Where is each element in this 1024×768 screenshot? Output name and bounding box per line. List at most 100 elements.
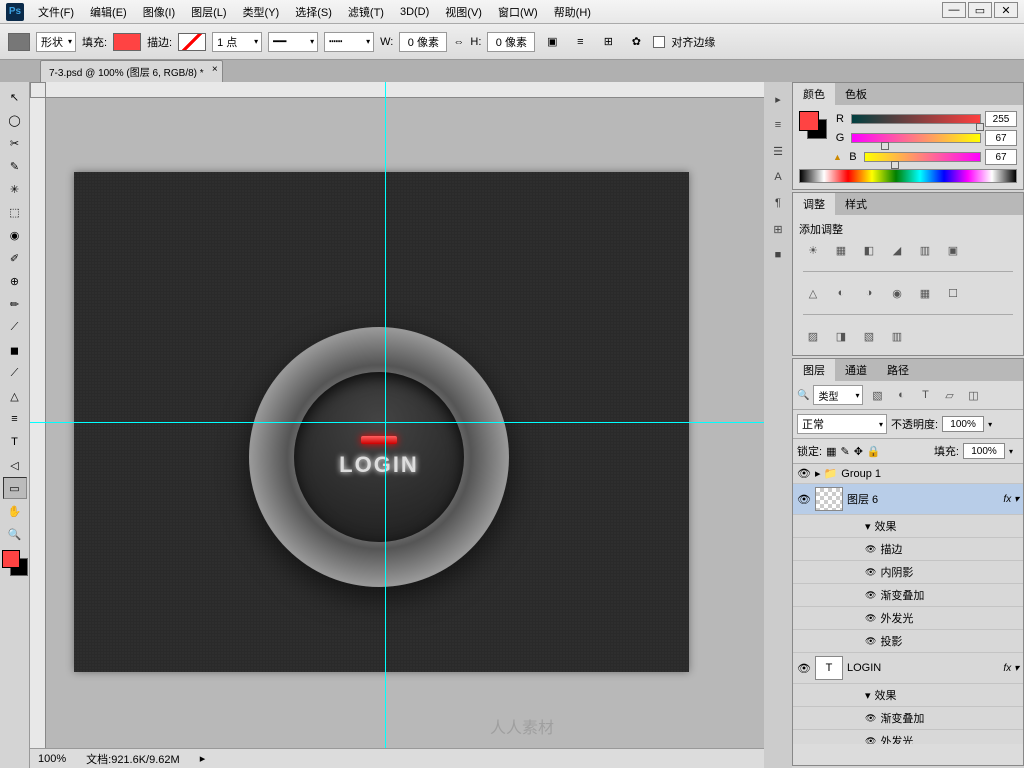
layer-row[interactable]: 👁 内阴影	[793, 561, 1023, 584]
menu-select[interactable]: 选择(S)	[287, 4, 340, 20]
color-picker[interactable]	[2, 550, 28, 576]
fill-swatch[interactable]	[113, 33, 141, 51]
dodge-tool[interactable]: △	[3, 385, 27, 407]
fill-arrow-icon[interactable]: ▾	[1009, 447, 1019, 456]
fx-badge[interactable]: fx ▾	[1003, 494, 1019, 505]
fx-visibility-icon[interactable]: 👁	[865, 613, 876, 624]
hand-tool[interactable]: ✋	[3, 500, 27, 522]
crop-tool[interactable]: ✳	[3, 178, 27, 200]
tab-adjustments[interactable]: 调整	[793, 193, 835, 215]
tool-preset[interactable]	[8, 33, 30, 51]
tab-channels[interactable]: 通道	[835, 359, 877, 381]
b-slider[interactable]	[864, 152, 981, 162]
adjust-icon[interactable]: ▥	[887, 327, 907, 345]
link-icon[interactable]: ⇔	[453, 36, 464, 48]
minimize-button[interactable]: —	[942, 2, 966, 18]
layer-name[interactable]: 效果	[875, 518, 897, 534]
layer-row[interactable]: 👁描边	[793, 538, 1023, 561]
fx-badge[interactable]: fx ▾	[1003, 663, 1019, 674]
dock-navigator-icon[interactable]: ■	[769, 246, 787, 264]
adjust-icon[interactable]: ◢	[887, 241, 907, 259]
dock-paragraph-icon[interactable]: ¶	[769, 194, 787, 212]
dock-play-icon[interactable]: ▸	[769, 90, 787, 108]
heal-tool[interactable]: ◉	[3, 224, 27, 246]
r-slider[interactable]	[851, 114, 981, 124]
layer-name[interactable]: 内阴影	[880, 564, 913, 580]
adjust-icon[interactable]: ▦	[915, 284, 935, 302]
shape-mode-dropdown[interactable]: 形状	[36, 32, 76, 52]
layer-name[interactable]: 外发光	[880, 733, 913, 744]
layer-list[interactable]: 👁▸ 📁Group 1👁图层 6fx ▾▾效果👁描边👁内阴影👁渐变叠加👁外发光👁…	[793, 464, 1023, 744]
path-ops-icon[interactable]: ▣	[541, 31, 563, 53]
menu-file[interactable]: 文件(F)	[30, 4, 82, 20]
stroke-width[interactable]: 1 点	[212, 32, 262, 52]
filter-kind-dropdown[interactable]: 类型	[813, 385, 863, 405]
fx-visibility-icon[interactable]: 👁	[865, 567, 876, 578]
marquee-tool[interactable]: ◯	[3, 109, 27, 131]
menu-edit[interactable]: 编辑(E)	[82, 4, 135, 20]
color-ramp[interactable]	[799, 169, 1017, 183]
menu-type[interactable]: 类型(Y)	[235, 4, 288, 20]
fx-toggle-icon[interactable]: ▾	[865, 520, 871, 533]
layer-row[interactable]: 👁TLOGINfx ▾	[793, 653, 1023, 684]
dock-character-icon[interactable]: A	[769, 168, 787, 186]
layer-row[interactable]: 👁外发光	[793, 730, 1023, 744]
filter-shape-icon[interactable]: ▱	[939, 386, 959, 404]
close-button[interactable]: ✕	[994, 2, 1018, 18]
adjust-icon[interactable]: ◑	[859, 284, 879, 302]
layer-row[interactable]: 👁 图层 6 fx ▾	[793, 484, 1023, 515]
blend-mode-dropdown[interactable]: 正常	[797, 414, 887, 434]
filter-smart-icon[interactable]: ◫	[963, 386, 983, 404]
menu-view[interactable]: 视图(V)	[437, 4, 490, 20]
zoom-level[interactable]: 100%	[38, 753, 66, 765]
ruler-vertical[interactable]	[30, 98, 46, 768]
ruler-origin[interactable]	[30, 82, 46, 98]
tab-styles[interactable]: 样式	[835, 193, 877, 215]
stroke-swatch[interactable]	[178, 33, 206, 51]
adjust-icon[interactable]: ◧	[859, 241, 879, 259]
adjust-icon[interactable]: ▦	[831, 241, 851, 259]
rectangle-tool[interactable]: ▭	[3, 477, 27, 499]
menu-3d[interactable]: 3D(D)	[392, 6, 437, 18]
layer-row[interactable]: 👁渐变叠加	[793, 707, 1023, 730]
adjust-icon[interactable]: ◐	[831, 284, 851, 302]
lasso-tool[interactable]: ✂	[3, 132, 27, 154]
menu-image[interactable]: 图像(I)	[135, 4, 183, 20]
menu-help[interactable]: 帮助(H)	[546, 4, 599, 20]
lock-all-icon[interactable]: 🔒	[867, 445, 881, 458]
menu-layer[interactable]: 图层(L)	[183, 4, 234, 20]
document-tab[interactable]: 7-3.psd @ 100% (图层 6, RGB/8) *	[40, 60, 223, 82]
layer-row[interactable]: 👁▸ 📁Group 1	[793, 464, 1023, 484]
adjust-icon[interactable]: ☀	[803, 241, 823, 259]
stroke-style-dash[interactable]: ┅┅	[324, 32, 374, 52]
layer-name[interactable]: Group 1	[841, 468, 881, 480]
gear-icon[interactable]: ✿	[625, 31, 647, 53]
gradient-tool[interactable]: ◼	[3, 339, 27, 361]
tab-paths[interactable]: 路径	[877, 359, 919, 381]
lock-pos-icon[interactable]: ✥	[854, 445, 863, 458]
arrange-icon[interactable]: ⊞	[597, 31, 619, 53]
fill-input[interactable]	[963, 443, 1005, 459]
opacity-input[interactable]	[942, 416, 984, 432]
tab-layers[interactable]: 图层	[793, 359, 835, 381]
filter-pixel-icon[interactable]: ▧	[867, 386, 887, 404]
layer-name[interactable]: 效果	[875, 687, 897, 703]
align-icon[interactable]: ≡	[569, 31, 591, 53]
dock-history-icon[interactable]: ≡	[769, 116, 787, 134]
eyedropper-tool[interactable]: ⬚	[3, 201, 27, 223]
layer-row[interactable]: ▾效果	[793, 684, 1023, 707]
maximize-button[interactable]: ▭	[968, 2, 992, 18]
stroke-style-solid[interactable]: ━━	[268, 32, 318, 52]
layer-name[interactable]: 图层 6	[847, 491, 878, 507]
menu-window[interactable]: 窗口(W)	[490, 4, 546, 20]
eraser-tool[interactable]: ⟋	[3, 316, 27, 338]
fx-visibility-icon[interactable]: 👁	[865, 713, 876, 724]
layer-name[interactable]: 投影	[880, 633, 902, 649]
adjust-icon[interactable]: ☐	[943, 284, 963, 302]
width-input[interactable]	[399, 32, 447, 52]
adjust-icon[interactable]: ▥	[915, 241, 935, 259]
layer-row[interactable]: 👁投影	[793, 630, 1023, 653]
history-brush-tool[interactable]: ✏	[3, 293, 27, 315]
visibility-icon[interactable]: 👁	[797, 493, 811, 506]
layer-name[interactable]: 渐变叠加	[880, 587, 924, 603]
